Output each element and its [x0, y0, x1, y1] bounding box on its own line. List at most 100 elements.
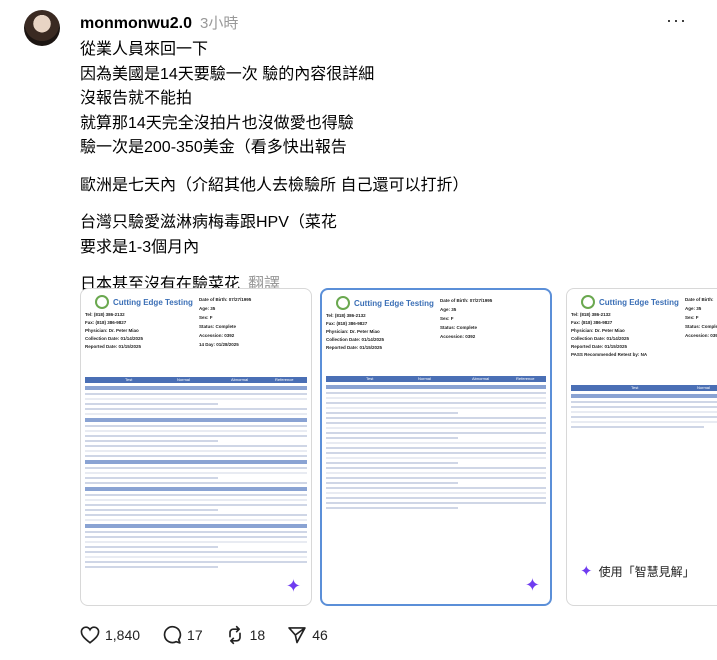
- column-header: Test: [366, 376, 374, 381]
- info-line: Status: Complet: [685, 324, 717, 329]
- results-rows: [326, 385, 546, 512]
- lab-logo-icon: [581, 295, 595, 309]
- post-header: monmonwu2.0 3小時: [80, 12, 238, 33]
- more-options-icon[interactable]: ···: [666, 10, 687, 31]
- info-line: Physician: Dr. Peter Miao: [571, 328, 625, 333]
- text-line: 歐洲是七天內（介紹其他人去檢驗所 自己還可以打折）: [80, 176, 469, 194]
- column-header: Normal: [418, 376, 431, 381]
- text-line: 台灣只驗愛滋淋病梅毒跟HPV（菜花: [80, 214, 337, 231]
- like-count: 1,840: [105, 627, 141, 643]
- text-line: 沒報告就不能拍: [80, 90, 193, 107]
- share-count: 46: [312, 627, 328, 643]
- patient-info: Date of Birth: Age: 35 Sex: F Status: Co…: [685, 295, 717, 340]
- info-line: Fax: (818) 386-9827: [85, 320, 127, 325]
- text-line: 要求是1-3個月內: [80, 238, 200, 256]
- report-image[interactable]: Cutting Edge Testing Date of Birth: 07/2…: [80, 288, 312, 606]
- lab-logo: Cutting Edge Testing: [336, 296, 434, 310]
- patient-info: Date of Birth: 07/27/1995 Age: 35 Sex: F…: [199, 295, 251, 349]
- lab-logo-text: Cutting Edge Testing: [354, 298, 434, 308]
- info-line: Tel: (818) 386-2132: [326, 313, 366, 318]
- column-header: Reference: [275, 377, 294, 382]
- info-line: Fax: (818) 386-9827: [326, 321, 368, 326]
- lab-logo: Cutting Edge Testing: [581, 295, 679, 309]
- info-line: Reported Date: 01/15/2025: [326, 345, 383, 350]
- report-header: Cutting Edge Testing Date of Birth: 07/2…: [81, 289, 311, 349]
- lab-info: Tel: (818) 386-2132 Fax: (818) 386-9827 …: [85, 311, 143, 351]
- info-line: 14 Day: 01/28/2025: [199, 342, 239, 347]
- info-line: Accession: 0392: [199, 333, 235, 338]
- info-line: Date of Birth:: [685, 297, 714, 302]
- paragraph: 台灣只驗愛滋淋病梅毒跟HPV（菜花 要求是1-3個月內: [80, 211, 680, 260]
- sparkle-icon[interactable]: ✦: [286, 576, 301, 597]
- like-button[interactable]: 1,840: [80, 626, 140, 644]
- info-line: Physician: Dr. Peter Miao: [85, 328, 139, 333]
- column-header: Normal: [177, 377, 190, 382]
- info-line: Date of Birth: 07/27/1995: [199, 297, 252, 302]
- smart-insight-button[interactable]: ✦ 使用「智慧見解」: [572, 556, 717, 586]
- lab-info: Tel: (818) 386-2132 Fax: (818) 386-9827 …: [326, 312, 384, 352]
- info-line: Age: 35: [440, 307, 457, 312]
- results-table-header: Test Normal: [571, 385, 717, 391]
- timestamp[interactable]: 3小時: [200, 12, 238, 33]
- column-header: Test: [631, 385, 639, 390]
- heart-icon: [80, 626, 100, 644]
- info-line: Age: 35: [685, 306, 702, 311]
- info-line: Accession: 0392: [440, 334, 476, 339]
- info-line: Tel: (818) 386-2132: [571, 312, 611, 317]
- patient-info: Date of Birth: 07/27/1995 Age: 35 Sex: F…: [440, 296, 492, 341]
- report-header: Cutting Edge Testing Date of Birth: 07/2…: [322, 290, 550, 350]
- results-rows: [85, 386, 307, 571]
- info-line: Sex: F: [199, 315, 213, 320]
- paragraph: 歐洲是七天內（介紹其他人去檢驗所 自己還可以打折）: [80, 174, 680, 199]
- repost-button[interactable]: 18: [225, 625, 266, 645]
- username[interactable]: monmonwu2.0: [80, 15, 192, 33]
- info-line: Status: Complete: [199, 324, 237, 329]
- info-line: Age: 35: [199, 306, 216, 311]
- text-line: 因為美國是14天要驗一次 驗的內容很詳細: [80, 65, 375, 83]
- text-line: 就算那14天完全沒拍片也沒做愛也得驗: [80, 114, 354, 132]
- sparkle-icon: ✦: [580, 563, 593, 580]
- avatar[interactable]: [24, 10, 60, 46]
- info-line: Collection Date: 01/14/2025: [326, 337, 385, 342]
- info-line: PASS Recommended Retest by: NA: [571, 352, 648, 357]
- share-button[interactable]: 46: [287, 625, 328, 645]
- comment-button[interactable]: 17: [162, 625, 203, 645]
- lab-info: Tel: (818) 386-2132 Fax: (818) 386-9827 …: [571, 311, 647, 359]
- column-header: Reference: [516, 376, 535, 381]
- post-actions: 1,840 17 18 46: [80, 625, 328, 645]
- text-line: 從業人員來回一下: [80, 41, 209, 58]
- info-line: Date of Birth: 07/27/1995: [440, 298, 493, 303]
- lab-logo-icon: [95, 295, 109, 309]
- info-line: Collection Date: 01/14/2025: [85, 336, 144, 341]
- column-header: Abnormal: [231, 377, 249, 382]
- repost-icon: [228, 625, 241, 645]
- info-line: Sex: F: [440, 316, 454, 321]
- post-body: 從業人員來回一下 因為美國是14天要驗一次 驗的內容很詳細 沒報告就不能拍 就算…: [80, 38, 680, 311]
- report-header: Cutting Edge Testing Date of Birth: Age:…: [567, 289, 717, 357]
- info-line: Reported Date: 01/15/2025: [571, 344, 628, 349]
- info-line: Collection Date: 01/14/2025: [571, 336, 630, 341]
- info-line: Accession: 039: [685, 333, 717, 338]
- info-line: Fax: (818) 386-9827: [571, 320, 613, 325]
- smart-insight-label: 使用「智慧見解」: [598, 564, 695, 579]
- lab-logo-text: Cutting Edge Testing: [113, 297, 193, 307]
- sparkle-icon[interactable]: ✦: [525, 575, 540, 596]
- column-header: Normal: [697, 385, 710, 390]
- report-image[interactable]: Cutting Edge Testing Date of Birth: 07/2…: [320, 288, 552, 606]
- column-header: Test: [125, 377, 133, 382]
- info-line: Tel: (818) 386-2132: [85, 312, 125, 317]
- comment-icon: [163, 625, 182, 644]
- results-rows: [571, 394, 717, 431]
- paragraph: 從業人員來回一下 因為美國是14天要驗一次 驗的內容很詳細 沒報告就不能拍 就算…: [80, 38, 680, 161]
- info-line: Sex: F: [685, 315, 699, 320]
- comment-count: 17: [187, 627, 203, 643]
- image-carousel[interactable]: Cutting Edge Testing Date of Birth: 07/2…: [80, 288, 717, 608]
- send-icon: [288, 627, 306, 644]
- lab-logo-icon: [336, 296, 350, 310]
- repost-count: 18: [249, 627, 266, 643]
- results-table-header: Test Normal Abnormal Reference: [85, 377, 307, 383]
- info-line: Physician: Dr. Peter Miao: [326, 329, 380, 334]
- info-line: Reported Date: 01/15/2025: [85, 344, 142, 349]
- lab-logo-text: Cutting Edge Testing: [599, 297, 679, 307]
- info-line: Status: Complete: [440, 325, 478, 330]
